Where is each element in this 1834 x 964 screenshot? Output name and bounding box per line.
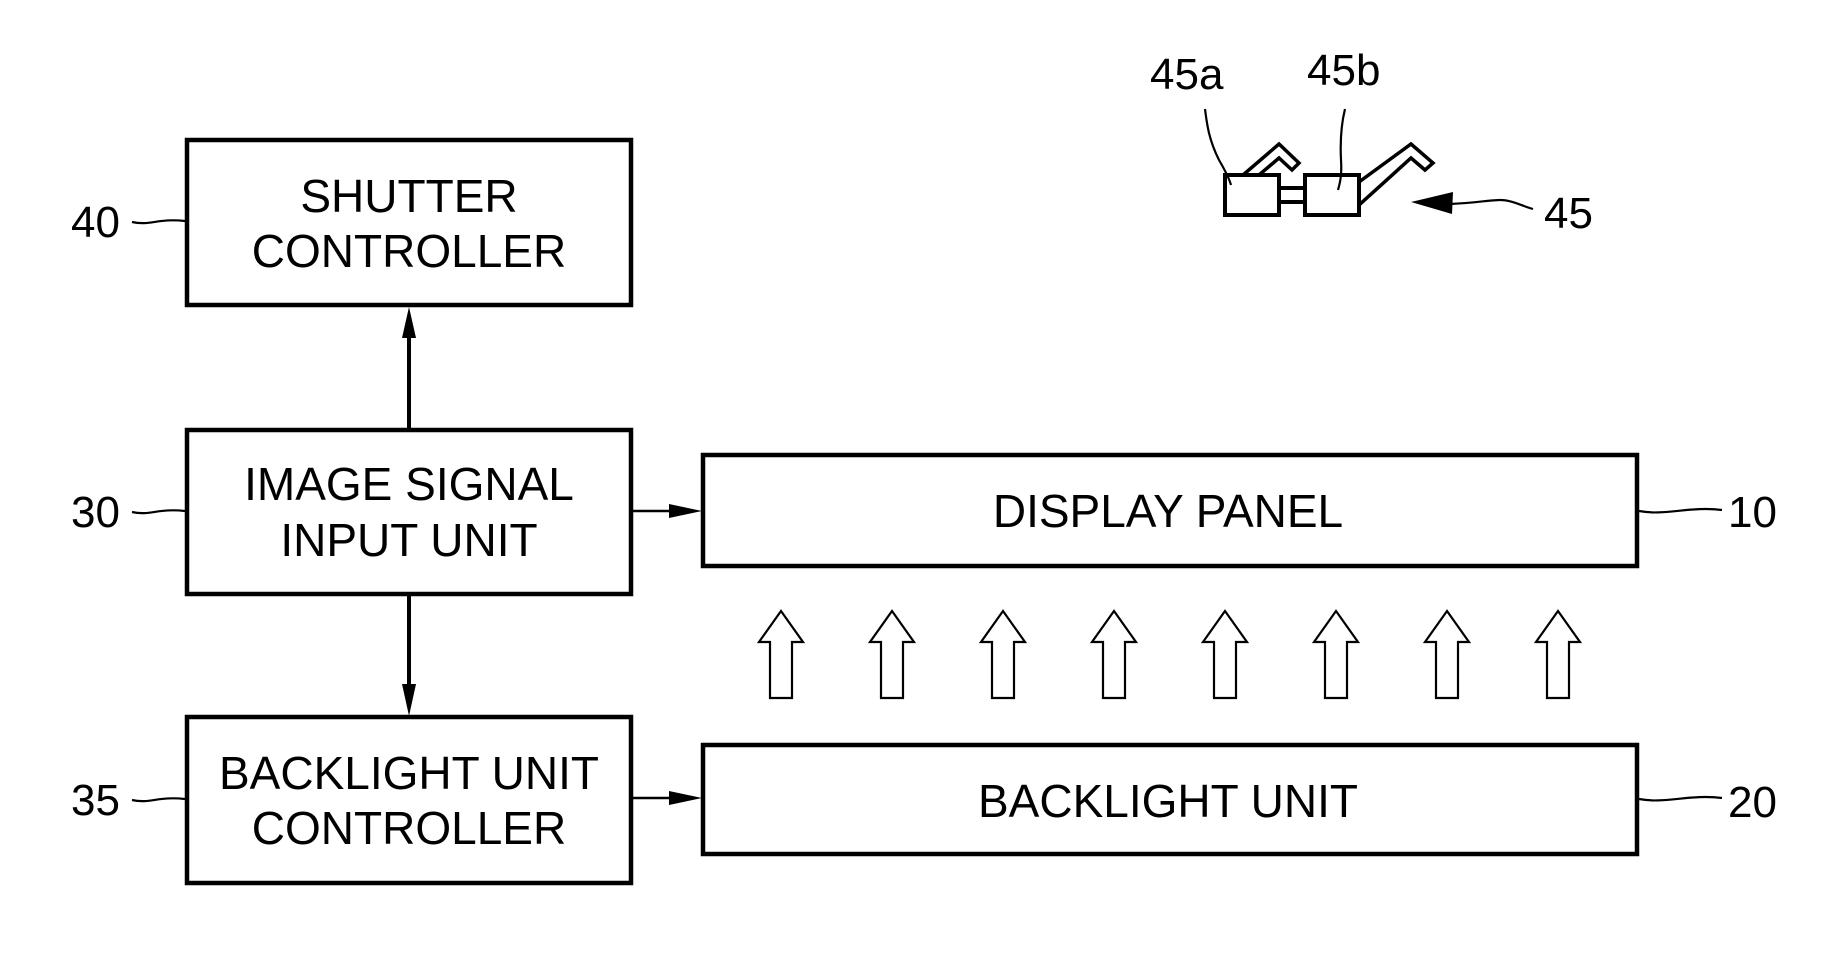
image-signal-input-unit-block: IMAGE SIGNAL INPUT UNIT (184, 427, 634, 597)
image-signal-input-unit-box (184, 427, 634, 597)
connector-image-to-shutter (402, 307, 416, 430)
ref-35: 35 (71, 776, 186, 825)
ref-label-10: 10 (1728, 488, 1777, 537)
display-panel-block: DISPLAY PANEL (700, 452, 1640, 569)
backlight-unit-block: BACKLIGHT UNIT (700, 742, 1640, 857)
backlight-unit-label: BACKLIGHT UNIT (978, 775, 1358, 827)
leader-line-30 (131, 509, 186, 515)
light-arrow-up-icon (1533, 609, 1583, 700)
connector-image-to-display-panel (631, 504, 702, 518)
backlight-unit-controller-block: BACKLIGHT UNIT CONTROLLER (184, 714, 634, 886)
ref-label-45b: 45b (1307, 46, 1380, 95)
shutter-controller-block: SHUTTER CONTROLLER (184, 137, 634, 308)
ref-40: 40 (71, 198, 186, 247)
left-temple-arm (1238, 141, 1302, 177)
ref-45: 45 (1411, 189, 1593, 238)
leader-line-35 (131, 797, 186, 803)
right-temple-arm (1357, 141, 1436, 209)
ref-label-45a: 45a (1150, 50, 1224, 99)
light-arrows (756, 609, 1583, 700)
ref-label-45: 45 (1544, 189, 1593, 238)
ref-45b: 45b (1307, 46, 1380, 191)
backlight-unit-controller-label-line-1: BACKLIGHT UNIT (219, 747, 599, 799)
ref-10: 10 (1638, 488, 1777, 537)
arrowhead-down-icon (402, 684, 416, 716)
leader-line-45 (1449, 198, 1534, 211)
right-shutter-lens (1303, 173, 1361, 217)
backlight-unit-controller-box (184, 714, 634, 886)
shutter-controller-label-line-2: CONTROLLER (252, 225, 566, 277)
light-arrow-up-icon (867, 609, 917, 700)
connector-image-to-backlight-controller (402, 594, 416, 716)
display-panel-label: DISPLAY PANEL (993, 485, 1343, 537)
leader-line-40 (131, 219, 186, 225)
arrowhead-right-icon (669, 504, 702, 518)
shutter-glasses (1223, 141, 1436, 217)
ref-label-35: 35 (71, 776, 120, 825)
ref-20: 20 (1638, 778, 1777, 827)
connector-backlight-controller-to-backlight-unit (631, 791, 702, 805)
shutter-controller-label-line-1: SHUTTER (300, 170, 517, 222)
leader-line-45a (1203, 108, 1233, 186)
ref-30: 30 (71, 488, 186, 537)
arrowhead-left-icon (1411, 192, 1453, 214)
ref-label-30: 30 (71, 488, 120, 537)
shutter-controller-box (184, 137, 634, 308)
light-arrow-up-icon (1311, 609, 1361, 700)
image-signal-input-unit-label-line-1: IMAGE SIGNAL (244, 458, 574, 510)
light-arrow-up-icon (1089, 609, 1139, 700)
glasses-bridge (1277, 186, 1307, 204)
block-diagram: SHUTTER CONTROLLER 40 IMAGE SIGNAL INPUT… (0, 0, 1834, 964)
leader-line-10 (1638, 507, 1723, 514)
light-arrow-up-icon (756, 609, 806, 700)
backlight-unit-controller-label-line-2: CONTROLLER (252, 802, 566, 854)
arrowhead-up-icon (402, 307, 416, 338)
ref-label-20: 20 (1728, 778, 1777, 827)
ref-label-40: 40 (71, 198, 120, 247)
light-arrow-up-icon (1200, 609, 1250, 700)
light-arrow-up-icon (978, 609, 1028, 700)
ref-45a: 45a (1150, 50, 1233, 186)
left-shutter-lens (1223, 173, 1281, 217)
leader-line-20 (1638, 795, 1723, 802)
arrowhead-right-icon (669, 791, 702, 805)
light-arrow-up-icon (1422, 609, 1472, 700)
image-signal-input-unit-label-line-2: INPUT UNIT (280, 514, 537, 566)
